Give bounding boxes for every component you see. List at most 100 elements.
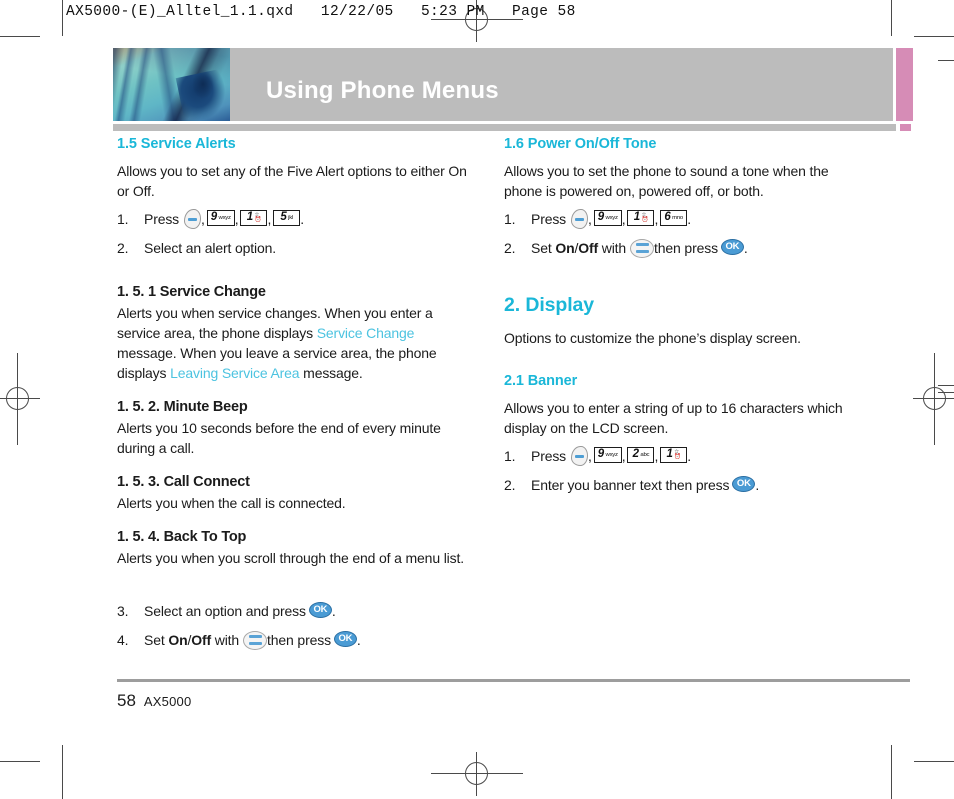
keypad-1-icon[interactable]: 1 ☆ ⏰ <box>627 210 655 226</box>
header-pink-accent <box>896 48 913 121</box>
keypad-1-icon[interactable]: 1 ☆ ⏰ <box>660 447 688 463</box>
keypad-6-icon[interactable]: 6 mno <box>660 210 688 226</box>
step-1-5-1: 1. Press , 9 wxyz , 1 ☆ ⏰ , 5 jkl . <box>117 208 469 230</box>
step-2-1-2: 2. Enter you banner text then press OK . <box>504 474 864 496</box>
header-photo <box>113 48 230 121</box>
crop-line-top-right <box>914 36 954 37</box>
crop-line-vert-right-lower <box>891 745 892 799</box>
registration-tick-right-upper <box>938 385 954 386</box>
step-text-then: then press <box>654 240 718 256</box>
step-body: Select an alert option. <box>144 240 276 256</box>
value-off: Off <box>191 632 211 648</box>
keypad-9-icon[interactable]: 9 wxyz <box>206 210 235 226</box>
footer-book-name: AX5000 <box>143 694 192 709</box>
header-underbar-pink-accent <box>900 124 911 131</box>
navigation-key-icon[interactable] <box>243 630 268 650</box>
section-1-6-intro: Allows you to set the phone to sound a t… <box>504 163 829 199</box>
subsection-heading-1-5-1: 1. 5. 1 Service Change <box>117 284 266 300</box>
step-1-6-2: 2. Set On / Off with then press OK. <box>504 237 864 259</box>
keypad-1-icon[interactable]: 1 ☆ ⏰ <box>240 210 268 226</box>
step-end-punct: . <box>755 477 760 493</box>
step-body: Enter you banner text then press OK . <box>531 474 759 496</box>
registration-mark-left <box>0 353 40 445</box>
section-2-1-intro: Allows you to enter a string of up to 16… <box>504 400 843 436</box>
subsection-heading-1-5-2: 1. 5. 2. Minute Beep <box>117 399 248 415</box>
step-body: Set On / Off with then press OK. <box>531 237 748 259</box>
step-1-5-4: 4. Set On / Off with then press OK. <box>117 629 469 651</box>
registration-mark-right <box>913 353 954 445</box>
crop-line-bottom-right <box>914 761 954 762</box>
ok-key-icon[interactable]: OK <box>308 602 332 618</box>
step-number: 2. <box>504 477 516 493</box>
registration-tick-mid-right <box>938 60 954 61</box>
keypad-2-icon[interactable]: 2 abc <box>627 447 655 463</box>
step-body: Press , 9 wxyz , 1 ☆ ⏰ , 5 jkl . <box>144 208 304 230</box>
subsection-heading-1-5-4: 1. 5. 4. Back To Top <box>117 529 247 545</box>
step-end-punct: . <box>687 211 691 227</box>
keypad-9-icon[interactable]: 9 wxyz <box>593 210 622 226</box>
section-1-5-intro: Allows you to set any of the Five Alert … <box>117 163 467 199</box>
step-text-pre: Set <box>531 240 552 256</box>
ok-key-icon[interactable]: OK <box>732 476 756 492</box>
menu-key-icon[interactable] <box>571 209 589 229</box>
body-text-c: message. <box>299 365 363 381</box>
header-underbar <box>113 124 896 131</box>
section-heading-2: 2. Display <box>504 294 595 316</box>
step-number: 1. <box>117 211 129 227</box>
value-off: Off <box>578 240 598 256</box>
keypad-9-icon[interactable]: 9 wxyz <box>593 447 622 463</box>
registration-tick-mid-right-2 <box>938 392 954 393</box>
step-number: 2. <box>117 240 129 256</box>
prepress-slug-line: AX5000-(E)_Alltel_1.1.qxd 12/22/05 5:23 … <box>66 4 576 20</box>
crop-line-vert-left-lower <box>62 745 63 799</box>
section-2-intro: Options to customize the phone’s display… <box>504 330 801 346</box>
step-number: 2. <box>504 240 516 256</box>
step-text: Select an option and press <box>144 603 306 619</box>
step-text-then: then press <box>267 632 331 648</box>
step-text-pre: Set <box>144 632 165 648</box>
step-body: Set On / Off with then press OK. <box>144 629 361 651</box>
page-title: Using Phone Menus <box>266 77 499 104</box>
step-label: Press <box>144 211 180 227</box>
step-end-punct: . <box>687 448 691 464</box>
subsection-heading-1-5-3: 1. 5. 3. Call Connect <box>117 474 250 490</box>
step-label: Press <box>531 448 567 464</box>
ok-key-icon[interactable]: OK <box>333 631 357 647</box>
step-end-punct: . <box>356 632 361 648</box>
document-page: AX5000-(E)_Alltel_1.1.qxd 12/22/05 5:23 … <box>0 0 954 799</box>
inline-label-leaving-service-area: Leaving Service Area <box>170 365 300 381</box>
crop-line-vert-right <box>891 0 892 36</box>
registration-mark-bottom <box>431 752 523 796</box>
step-1-5-2: 2. Select an alert option. <box>117 237 469 259</box>
ok-key-icon[interactable]: OK <box>720 239 744 255</box>
section-heading-2-1: 2.1 Banner <box>504 373 578 389</box>
section-heading-1-6: 1.6 Power On/Off Tone <box>504 136 657 152</box>
step-text-with: with <box>214 632 240 648</box>
step-number: 3. <box>117 603 129 619</box>
subsection-1-5-4-body: Alerts you when you scroll through the e… <box>117 550 464 566</box>
step-end-punct: . <box>743 240 748 256</box>
step-2-1-1: 1. Press , 9 wxyz , 2 abc , 1 ☆ ⏰ . <box>504 445 864 467</box>
step-body: Press , 9 wxyz , 2 abc , 1 ☆ ⏰ . <box>531 445 691 467</box>
step-end-punct: . <box>331 603 336 619</box>
footer-rule <box>117 679 910 682</box>
menu-key-icon[interactable] <box>184 209 202 229</box>
page-footer: 58 AX5000 <box>117 691 191 711</box>
step-1-5-3: 3. Select an option and press OK . <box>117 600 469 622</box>
step-number: 4. <box>117 632 129 648</box>
step-body: Select an option and press OK . <box>144 600 336 622</box>
step-body: Press , 9 wxyz , 1 ☆ ⏰ , 6 mno . <box>531 208 691 230</box>
left-column: 1.5 Service Alerts Allows you to set any… <box>117 136 469 651</box>
section-heading-1-5: 1.5 Service Alerts <box>117 136 236 152</box>
menu-key-icon[interactable] <box>571 446 589 466</box>
step-number: 1. <box>504 448 516 464</box>
subsection-1-5-2-body: Alerts you 10 seconds before the end of … <box>117 420 441 456</box>
subsection-1-5-3-body: Alerts you when the call is connected. <box>117 495 346 511</box>
step-text-with: with <box>601 240 627 256</box>
step-number: 1. <box>504 211 516 227</box>
keypad-5-icon[interactable]: 5 jkl <box>273 210 301 226</box>
navigation-key-icon[interactable] <box>630 238 655 258</box>
right-column: 1.6 Power On/Off Tone Allows you to set … <box>504 136 864 496</box>
value-on: On <box>168 632 188 648</box>
step-text: Enter you banner text then press <box>531 477 730 493</box>
